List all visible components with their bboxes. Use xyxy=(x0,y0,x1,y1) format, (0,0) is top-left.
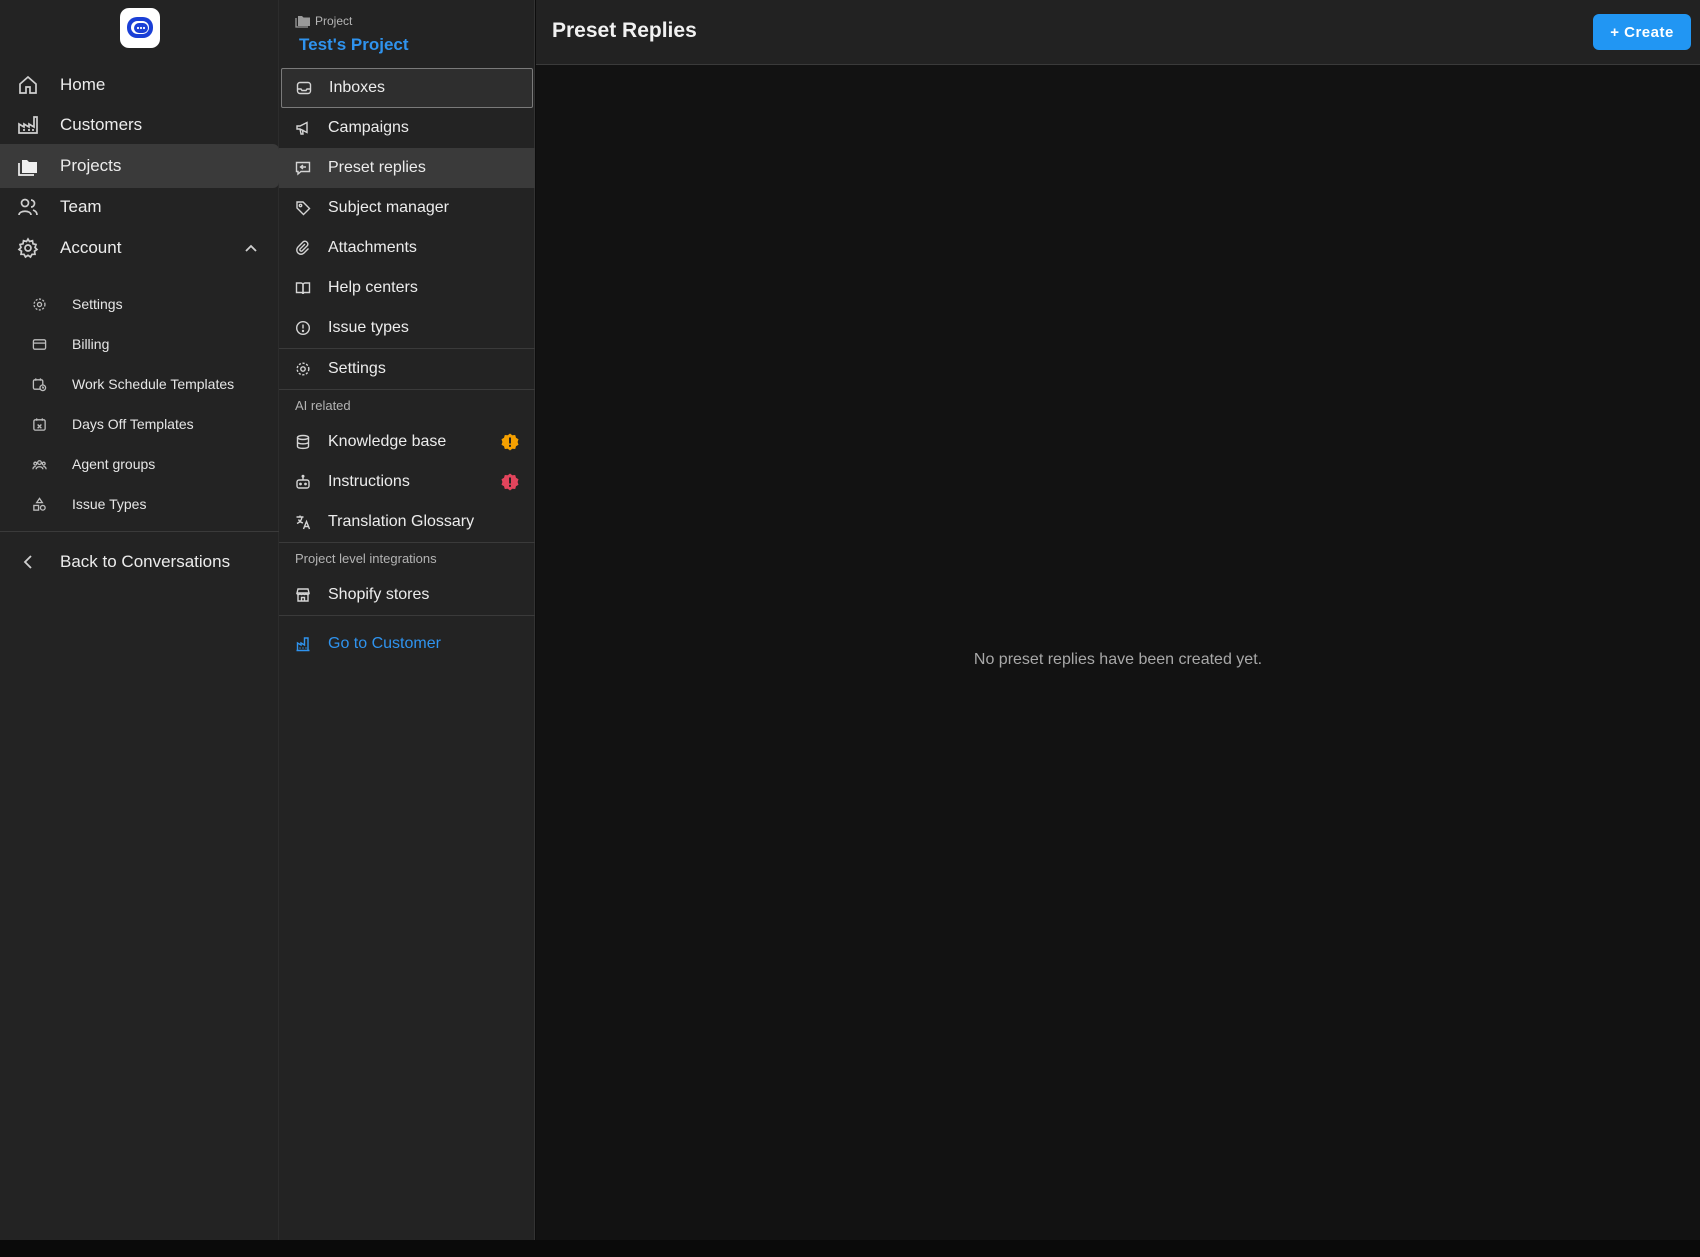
home-icon xyxy=(19,75,37,94)
shapes-icon xyxy=(33,497,46,511)
robot-icon xyxy=(296,474,310,489)
project-nav-label: Help centers xyxy=(328,279,418,296)
project-caption: Project xyxy=(295,14,352,28)
project-nav-instructions[interactable]: Instructions xyxy=(279,462,535,502)
message-reply-icon xyxy=(295,161,311,176)
project-nav-translation-glossary[interactable]: Translation Glossary xyxy=(279,502,535,542)
create-button[interactable]: + Create xyxy=(1593,14,1691,50)
project-nav-divider xyxy=(279,542,535,543)
project-nav-label: Translation Glossary xyxy=(328,513,475,530)
sidebar-item-label: Projects xyxy=(60,156,122,175)
building-icon xyxy=(296,637,310,652)
project-nav-label: Campaigns xyxy=(328,119,409,136)
calendar-clock-icon xyxy=(32,378,47,392)
app-logo[interactable] xyxy=(120,8,160,48)
chat-logo-icon xyxy=(127,17,153,38)
go-to-customer-link[interactable]: Go to Customer xyxy=(279,624,535,664)
sidebar-item-projects[interactable]: Projects xyxy=(0,144,279,188)
folders-icon xyxy=(18,160,37,176)
back-label: Back to Conversations xyxy=(60,552,231,571)
sidebar-item-label: Account xyxy=(60,238,122,257)
sidebar-item-label: Customers xyxy=(60,115,143,134)
section-ai-related: AI related xyxy=(295,398,351,413)
sidebar-subitem-days-off-templates[interactable]: Days Off Templates xyxy=(0,404,279,444)
sidebar-subitem-issue-types[interactable]: Issue Types xyxy=(0,484,279,524)
credit-card-icon xyxy=(32,339,47,350)
sidebar-item-customers[interactable]: Customers xyxy=(0,103,279,147)
megaphone-icon xyxy=(296,121,308,135)
sidebar-item-label: Home xyxy=(60,75,106,94)
gear-icon xyxy=(17,237,39,259)
sidebar-item-account[interactable]: Account xyxy=(0,226,279,270)
sidebar-subitem-work-schedule-templates[interactable]: Work Schedule Templates xyxy=(0,364,279,404)
bottom-bar xyxy=(0,1240,1700,1257)
project-nav-label: Subject manager xyxy=(328,199,449,216)
project-nav-label: Instructions xyxy=(328,473,410,490)
sidebar-subitem-label: Settings xyxy=(72,296,123,312)
project-nav-subject-manager[interactable]: Subject manager xyxy=(279,188,535,228)
project-nav-help-centers[interactable]: Help centers xyxy=(279,268,535,308)
sidebar-subitem-label: Billing xyxy=(72,336,110,352)
sidebar-subitem-label: Issue Types xyxy=(72,496,147,512)
error-badge-icon xyxy=(501,473,519,491)
sidebar-subitem-settings[interactable]: Settings xyxy=(0,284,279,324)
sidebar-subitem-label: Agent groups xyxy=(72,456,156,472)
gear-icon xyxy=(296,362,310,376)
project-nav-label: Shopify stores xyxy=(328,586,430,603)
empty-state-message: No preset replies have been created yet. xyxy=(973,651,1263,668)
go-to-customer-label: Go to Customer xyxy=(328,635,441,652)
section-project-integrations: Project level integrations xyxy=(295,551,437,566)
inbox-icon xyxy=(296,81,312,95)
project-nav-label: Issue types xyxy=(328,319,409,336)
sidebar-item-home[interactable]: Home xyxy=(0,63,279,107)
alert-circle-icon xyxy=(295,320,311,336)
chevron-up-icon[interactable] xyxy=(243,240,259,256)
sidebar-divider xyxy=(0,531,279,532)
users-icon xyxy=(18,198,38,216)
project-nav-settings[interactable]: Settings xyxy=(279,349,535,389)
project-nav-divider xyxy=(279,389,535,390)
back-to-conversations-link[interactable]: Back to Conversations xyxy=(0,540,279,584)
page-title: Preset Replies xyxy=(552,19,697,42)
users-group-icon xyxy=(32,460,47,470)
project-nav-label: Preset replies xyxy=(328,159,426,176)
project-nav-attachments[interactable]: Attachments xyxy=(279,228,535,268)
database-icon xyxy=(296,434,310,450)
project-nav-shopify-stores[interactable]: Shopify stores xyxy=(279,575,535,615)
sidebar-subitem-billing[interactable]: Billing xyxy=(0,324,279,364)
gear-icon xyxy=(33,298,46,311)
project-nav-issue-types[interactable]: Issue types xyxy=(279,308,535,348)
project-nav-label: Attachments xyxy=(328,239,417,256)
project-caption-label: Project xyxy=(315,14,353,28)
project-nav-label: Inboxes xyxy=(329,79,386,96)
project-nav-label: Knowledge base xyxy=(328,433,447,450)
project-panel: Project Test's Project Inboxes Campaigns… xyxy=(279,0,535,1240)
book-open-icon xyxy=(295,282,311,295)
project-nav-divider xyxy=(279,615,535,616)
sidebar-subitem-agent-groups[interactable]: Agent groups xyxy=(0,444,279,484)
project-nav-label: Settings xyxy=(328,360,386,377)
project-nav-preset-replies[interactable]: Preset replies xyxy=(279,148,535,188)
sidebar-item-label: Team xyxy=(60,197,102,216)
tag-icon xyxy=(296,201,311,216)
page-header: Preset Replies + Create xyxy=(536,0,1700,65)
folder-icon xyxy=(295,16,310,28)
main-sidebar: Home Customers Projects Team Account Set… xyxy=(0,0,279,1240)
main-content: Preset Replies + Create No preset replie… xyxy=(536,0,1700,1240)
store-icon xyxy=(296,588,310,602)
warning-badge-icon xyxy=(501,433,519,451)
project-nav-campaigns[interactable]: Campaigns xyxy=(279,108,535,148)
calendar-x-icon xyxy=(33,418,46,431)
factory-icon xyxy=(18,116,38,134)
sidebar-item-team[interactable]: Team xyxy=(0,185,279,229)
project-nav-inboxes[interactable]: Inboxes xyxy=(281,68,533,108)
paperclip-icon xyxy=(296,240,309,255)
sidebar-subitem-label: Days Off Templates xyxy=(72,416,194,432)
project-name[interactable]: Test's Project xyxy=(299,35,409,55)
translate-icon xyxy=(296,515,311,530)
sidebar-subitem-label: Work Schedule Templates xyxy=(72,376,235,392)
project-nav-knowledge-base[interactable]: Knowledge base xyxy=(279,422,535,462)
chevron-left-icon xyxy=(23,555,32,569)
